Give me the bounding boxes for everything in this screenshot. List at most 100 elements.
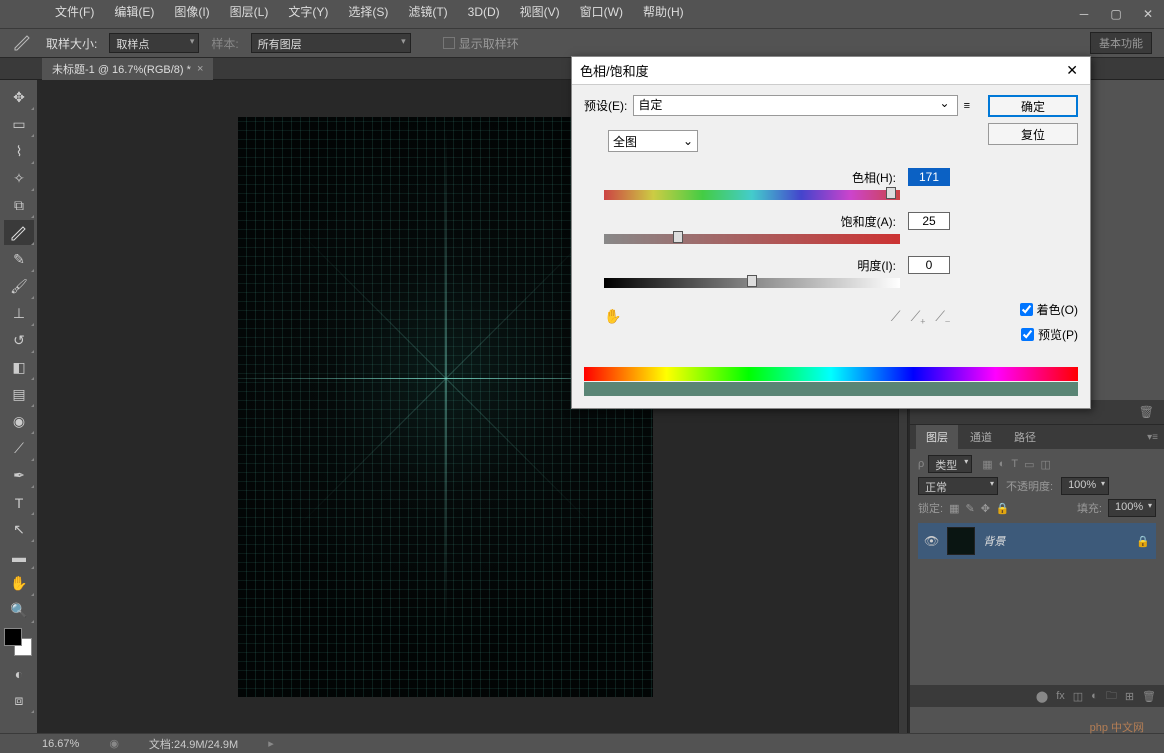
trash-icon[interactable]: 🗑	[1139, 405, 1154, 419]
reset-button[interactable]: 复位	[988, 123, 1078, 145]
ok-button[interactable]: 确定	[988, 95, 1078, 117]
fill-input[interactable]: 100%	[1108, 499, 1156, 517]
eyedropper-tool[interactable]	[4, 220, 34, 245]
blur-tool[interactable]: ◉	[4, 409, 34, 434]
menu-image[interactable]: 图像(I)	[164, 0, 219, 24]
sample-layers-dropdown[interactable]: 所有图层	[251, 33, 411, 53]
layer-mask-icon[interactable]: ◫	[1073, 690, 1083, 703]
layer-visibility-icon[interactable]: 👁	[924, 534, 939, 548]
crop-tool[interactable]: ⧉	[4, 193, 34, 218]
eyedropper-tool-icon[interactable]	[10, 33, 34, 53]
close-window-button[interactable]: ✕	[1132, 4, 1164, 24]
filter-adjust-icon[interactable]: ◐	[999, 458, 1006, 471]
channels-tab[interactable]: 通道	[960, 425, 1002, 449]
color-range-dropdown[interactable]: 全图⌄	[608, 130, 698, 152]
layer-name-label[interactable]: 背景	[983, 533, 1005, 549]
path-select-tool[interactable]: ↖	[4, 517, 34, 542]
maximize-button[interactable]: ▢	[1100, 4, 1132, 24]
type-tool[interactable]: T	[4, 490, 34, 515]
lightness-slider[interactable]	[604, 278, 900, 288]
dialog-close-icon[interactable]: ✕	[1062, 62, 1082, 79]
layer-thumbnail[interactable]	[947, 527, 975, 555]
magic-wand-tool[interactable]: ✧	[4, 166, 34, 191]
menu-file[interactable]: 文件(F)	[45, 0, 104, 24]
eyedropper-add-icon[interactable]: ⟋₊	[911, 308, 926, 325]
gradient-tool[interactable]: ▤	[4, 382, 34, 407]
lock-position-icon[interactable]: ✥	[981, 502, 990, 515]
pen-tool[interactable]: ✒	[4, 463, 34, 488]
document-tab[interactable]: 未标题-1 @ 16.7%(RGB/8) * ×	[42, 58, 213, 80]
clone-stamp-tool[interactable]: ⊥	[4, 301, 34, 326]
workspace-switcher[interactable]: 基本功能	[1090, 32, 1152, 54]
paths-tab[interactable]: 路径	[1004, 425, 1046, 449]
opacity-input[interactable]: 100%	[1061, 477, 1109, 495]
lock-all-icon[interactable]: 🔒	[996, 502, 1010, 515]
menu-window[interactable]: 窗口(W)	[570, 0, 633, 24]
blend-mode-dropdown[interactable]: 正常	[918, 477, 998, 495]
layer-item-background[interactable]: 👁 背景 🔒	[918, 523, 1156, 559]
colorize-checkbox[interactable]	[1020, 303, 1033, 316]
new-adjustment-icon[interactable]: ◐	[1091, 690, 1098, 702]
hue-slider[interactable]	[604, 190, 900, 200]
dialog-titlebar[interactable]: 色相/饱和度 ✕	[572, 57, 1090, 85]
shape-tool[interactable]: ▬	[4, 544, 34, 569]
new-group-icon[interactable]: 🗀	[1106, 687, 1117, 706]
lock-transparent-icon[interactable]: ▦	[949, 502, 959, 515]
menu-layer[interactable]: 图层(L)	[220, 0, 279, 24]
history-brush-tool[interactable]: ↺	[4, 328, 34, 353]
layer-kind-filter[interactable]: 类型	[928, 455, 972, 473]
filter-smart-icon[interactable]: ◫	[1040, 458, 1050, 471]
menu-3d[interactable]: 3D(D)	[458, 0, 510, 24]
show-sample-ring-checkbox[interactable]	[443, 37, 455, 49]
eraser-tool[interactable]: ◧	[4, 355, 34, 380]
doc-info-icon[interactable]: ◉	[109, 737, 119, 750]
preset-dropdown[interactable]: 自定 ⌄	[633, 95, 957, 116]
minimize-button[interactable]: ─	[1068, 4, 1100, 24]
zoom-level[interactable]: 16.67%	[42, 738, 79, 750]
eyedropper-sub-icon[interactable]: ⟋₋	[935, 308, 950, 325]
menu-edit[interactable]: 编辑(E)	[104, 0, 164, 24]
preset-menu-icon[interactable]: ≡	[964, 100, 970, 112]
saturation-input[interactable]	[908, 212, 950, 230]
hand-tool[interactable]: ✋	[4, 571, 34, 596]
screen-mode-toggle[interactable]: ⧈	[4, 688, 34, 713]
layer-lock-icon[interactable]: 🔒	[1136, 535, 1150, 548]
link-layers-icon[interactable]: ⬤	[1036, 690, 1048, 703]
menu-view[interactable]: 视图(V)	[510, 0, 570, 24]
brush-tool[interactable]: 🖌	[4, 274, 34, 299]
filter-shape-icon[interactable]: ▭	[1024, 458, 1034, 471]
filter-type-icon[interactable]: T	[1011, 458, 1018, 471]
foreground-color-swatch[interactable]	[4, 628, 22, 646]
filter-pixel-icon[interactable]: ▦	[982, 458, 992, 471]
color-swatches[interactable]	[4, 628, 32, 656]
lock-brush-icon[interactable]: ✎	[965, 502, 974, 515]
layer-fx-icon[interactable]: fx	[1056, 690, 1065, 702]
panel-menu-icon[interactable]: ▾≡	[1147, 432, 1158, 443]
menu-select[interactable]: 选择(S)	[338, 0, 398, 24]
healing-brush-tool[interactable]: ✎	[4, 247, 34, 272]
sample-size-label: 取样大小:	[46, 35, 97, 52]
saturation-slider[interactable]	[604, 234, 900, 244]
status-bar: 16.67% ◉ 文档:24.9M/24.9M ▸	[0, 733, 1164, 753]
eyedropper-set-icon[interactable]: ⟋	[891, 308, 901, 325]
delete-layer-icon[interactable]: 🗑	[1142, 690, 1156, 703]
zoom-tool[interactable]: 🔍	[4, 598, 34, 623]
menu-type[interactable]: 文字(Y)	[278, 0, 338, 24]
new-layer-icon[interactable]: ⊞	[1125, 690, 1134, 703]
lasso-tool[interactable]: ⌇	[4, 139, 34, 164]
sample-size-dropdown[interactable]: 取样点	[109, 33, 199, 53]
marquee-tool[interactable]: ▭	[4, 112, 34, 137]
dodge-tool[interactable]: ⟋	[4, 436, 34, 461]
layers-tab[interactable]: 图层	[916, 425, 958, 449]
doc-info[interactable]: 文档:24.9M/24.9M	[149, 736, 238, 752]
lightness-input[interactable]	[908, 256, 950, 274]
scrub-hand-icon[interactable]: ✋	[604, 308, 621, 325]
menu-filter[interactable]: 滤镜(T)	[398, 0, 457, 24]
layers-panel-tabs: 图层 通道 路径 ▾≡	[910, 425, 1164, 449]
document-tab-close-icon[interactable]: ×	[197, 63, 203, 75]
hue-input[interactable]	[908, 168, 950, 186]
move-tool[interactable]: ✥	[4, 85, 34, 110]
quick-mask-toggle[interactable]: ◐	[4, 661, 34, 686]
menu-help[interactable]: 帮助(H)	[633, 0, 694, 24]
preview-checkbox[interactable]	[1021, 328, 1034, 341]
